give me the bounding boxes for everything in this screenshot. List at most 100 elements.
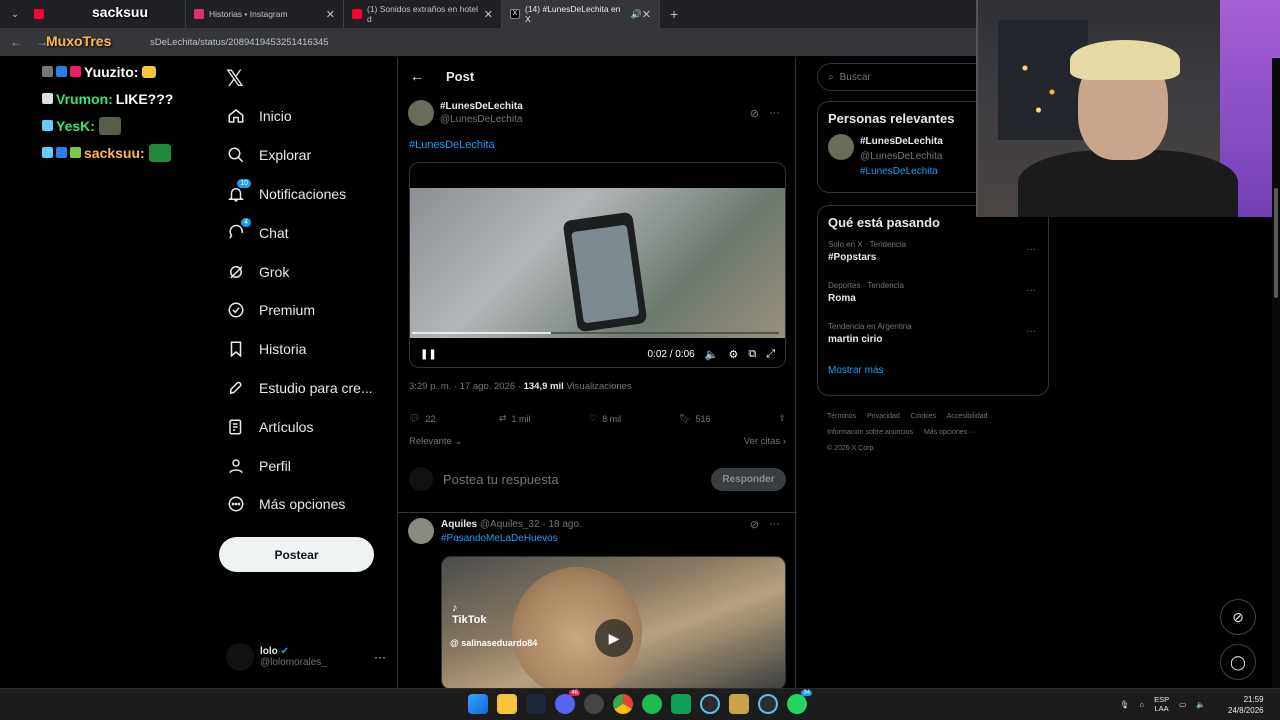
chat-text: LIKE??? bbox=[115, 90, 174, 107]
app-icon[interactable] bbox=[671, 694, 691, 714]
nav-item-historia[interactable]: Historia bbox=[219, 330, 394, 369]
avatar[interactable] bbox=[828, 134, 854, 160]
browser-tab-sonidos[interactable]: (1) Sonidos extraños en hotel d ✕ bbox=[344, 0, 502, 28]
show-more-link[interactable]: Mostrar más bbox=[818, 353, 1048, 376]
nav-item-notificaciones[interactable]: 10 Notificaciones bbox=[219, 175, 394, 214]
nav-item-premium[interactable]: Premium bbox=[219, 291, 394, 330]
footer-link[interactable]: Información sobre anuncios bbox=[827, 429, 913, 436]
microphone-icon[interactable]: 🎙︎ bbox=[1120, 700, 1130, 709]
video-player[interactable]: ❚❚ 0:02 / 0:06 🔈 ⚙ ⧉ ⤢ bbox=[409, 162, 786, 368]
browser-tab-x-active[interactable]: X (14) #LunesDeLechita en X 🔊 ✕ bbox=[502, 0, 660, 28]
repost-button[interactable]: ⇄ 1 mil bbox=[499, 413, 589, 424]
like-button[interactable]: ♡ 8 mil bbox=[589, 413, 679, 424]
more-icon[interactable]: ··· bbox=[769, 518, 780, 531]
footer-link[interactable]: Cookies bbox=[911, 413, 936, 420]
trend-item[interactable]: Deportes · Tendencia Roma ··· bbox=[818, 271, 1048, 312]
tab-search-button[interactable]: ⌄ bbox=[4, 4, 26, 24]
more-icon[interactable]: ··· bbox=[1026, 285, 1036, 296]
nav-item-chat[interactable]: 4 Chat bbox=[219, 213, 394, 252]
page-scrollbar[interactable] bbox=[1272, 58, 1280, 688]
app-icon[interactable] bbox=[700, 694, 720, 714]
chat-icon: 4 bbox=[227, 217, 251, 242]
close-tab-icon[interactable]: ✕ bbox=[326, 8, 335, 21]
relevant-name[interactable]: #LunesDeLechita bbox=[860, 134, 943, 149]
nav-item-perfil[interactable]: Perfil bbox=[219, 446, 394, 485]
windows-start-icon[interactable] bbox=[468, 694, 488, 714]
nav-item-estudio[interactable]: Estudio para cre... bbox=[219, 369, 394, 408]
grok-icon[interactable]: ⊘ bbox=[750, 518, 759, 531]
view-quotes-link[interactable]: Ver citas › bbox=[744, 436, 786, 447]
whatsapp-icon[interactable]: 34 bbox=[787, 690, 812, 714]
account-switcher[interactable]: lolo ✔ @lolomorales_ ··· bbox=[226, 642, 386, 672]
picture-in-picture-icon[interactable]: ⧉ bbox=[748, 348, 756, 361]
app-icon[interactable] bbox=[584, 694, 604, 714]
nav-item-grok[interactable]: Grok bbox=[219, 252, 394, 291]
reply-author-handle[interactable]: @Aquiles_32 bbox=[480, 519, 540, 530]
footer-link[interactable]: Más opciones ··· bbox=[924, 429, 976, 436]
nav-item-explorar[interactable]: Explorar bbox=[219, 136, 394, 175]
trend-item[interactable]: Tendencia en Argentina martin cirio ··· bbox=[818, 312, 1048, 353]
post-button[interactable]: Postear bbox=[219, 537, 374, 572]
more-icon[interactable]: ··· bbox=[1026, 244, 1036, 255]
spotify-icon[interactable] bbox=[642, 694, 662, 714]
browser-tab-instagram[interactable]: Historias • Instagram ✕ bbox=[186, 0, 344, 28]
audio-playing-icon[interactable]: 🔊 bbox=[631, 9, 642, 20]
volume-icon[interactable]: 🔈 bbox=[705, 348, 719, 361]
x-logo-icon[interactable]: 𝕏 bbox=[226, 66, 244, 92]
nav-item-articulos[interactable]: Artículos bbox=[219, 407, 394, 446]
back-arrow-icon[interactable]: ← bbox=[410, 68, 424, 84]
app-icon[interactable] bbox=[758, 694, 778, 714]
footer-link[interactable]: Términos bbox=[827, 413, 856, 420]
discord-icon[interactable]: 46 bbox=[555, 690, 580, 714]
nav-label: Chat bbox=[259, 224, 289, 241]
reply-author-name[interactable]: Aquiles bbox=[441, 519, 477, 530]
file-explorer-icon[interactable] bbox=[497, 694, 517, 714]
author-handle[interactable]: @LunesDeLechita bbox=[440, 113, 523, 126]
more-icon[interactable]: ··· bbox=[1026, 326, 1036, 337]
app-icon[interactable] bbox=[729, 694, 749, 714]
system-clock[interactable]: 21:59 24/8/2026 bbox=[1228, 694, 1264, 716]
avatar[interactable] bbox=[408, 518, 434, 544]
close-tab-icon[interactable]: ✕ bbox=[484, 8, 493, 21]
language-indicator[interactable]: ESP LAA bbox=[1154, 695, 1169, 713]
new-tab-button[interactable]: + bbox=[670, 6, 678, 22]
pause-icon[interactable]: ❚❚ bbox=[420, 349, 437, 360]
footer-link[interactable]: Privacidad bbox=[867, 413, 900, 420]
nav-item-mas-opciones[interactable]: Más opciones bbox=[219, 485, 394, 524]
chat-badge-icon bbox=[42, 66, 53, 77]
premium-icon bbox=[227, 301, 245, 319]
reply-submit-button[interactable]: Responder bbox=[711, 467, 786, 491]
reply-video[interactable]: ♪ TikTok @ salinaseduardo84 ▶ bbox=[441, 556, 786, 690]
trend-item[interactable]: Solo en X · Tendencia #Popstars ··· bbox=[818, 230, 1048, 271]
video-progress-bar[interactable] bbox=[412, 332, 779, 334]
grok-floating-button[interactable]: ⊘ bbox=[1220, 599, 1256, 635]
author-name[interactable]: #LunesDeLechita bbox=[440, 100, 523, 113]
avatar[interactable] bbox=[408, 100, 434, 126]
reply-button[interactable]: 💬︎ 22 bbox=[409, 413, 499, 424]
back-arrow-icon[interactable]: ← bbox=[10, 35, 22, 49]
messages-floating-button[interactable]: ◯ bbox=[1220, 644, 1256, 680]
reply-hashtag[interactable]: #PasandoMeLaDeHuevos bbox=[441, 532, 582, 546]
grok-icon[interactable]: ⊘ bbox=[750, 107, 759, 120]
network-icon[interactable]: ⌂ bbox=[1140, 700, 1145, 709]
reply-input[interactable]: Postea tu respuesta bbox=[443, 472, 559, 487]
more-icon[interactable]: ··· bbox=[769, 107, 780, 120]
nav-label: Perfil bbox=[259, 457, 291, 474]
fullscreen-icon[interactable]: ⤢ bbox=[766, 348, 775, 361]
close-tab-icon[interactable]: ✕ bbox=[642, 8, 651, 21]
display-icon[interactable]: ▭ bbox=[1179, 700, 1186, 709]
relevance-dropdown[interactable]: Relevante ⌄ bbox=[409, 436, 462, 447]
bookmark-button[interactable]: 🔖︎ 516 bbox=[679, 413, 769, 424]
nav-item-inicio[interactable]: Inicio bbox=[219, 97, 394, 136]
relevant-bio[interactable]: #LunesDeLechita bbox=[860, 164, 943, 179]
steam-icon[interactable] bbox=[526, 694, 546, 714]
chrome-icon[interactable] bbox=[613, 694, 633, 714]
post-hashtag[interactable]: #LunesDeLechita bbox=[409, 139, 495, 151]
play-icon[interactable]: ▶ bbox=[595, 619, 633, 657]
share-icon[interactable]: ⇪ bbox=[778, 413, 786, 424]
footer-link[interactable]: Accesibilidad bbox=[947, 413, 988, 420]
more-icon[interactable]: ··· bbox=[374, 650, 386, 664]
reply-post[interactable]: Aquiles @Aquiles_32 · 18 ago. #PasandoMe… bbox=[408, 518, 788, 690]
settings-gear-icon[interactable]: ⚙ bbox=[728, 348, 738, 361]
volume-icon[interactable]: 🔈 bbox=[1196, 700, 1205, 709]
